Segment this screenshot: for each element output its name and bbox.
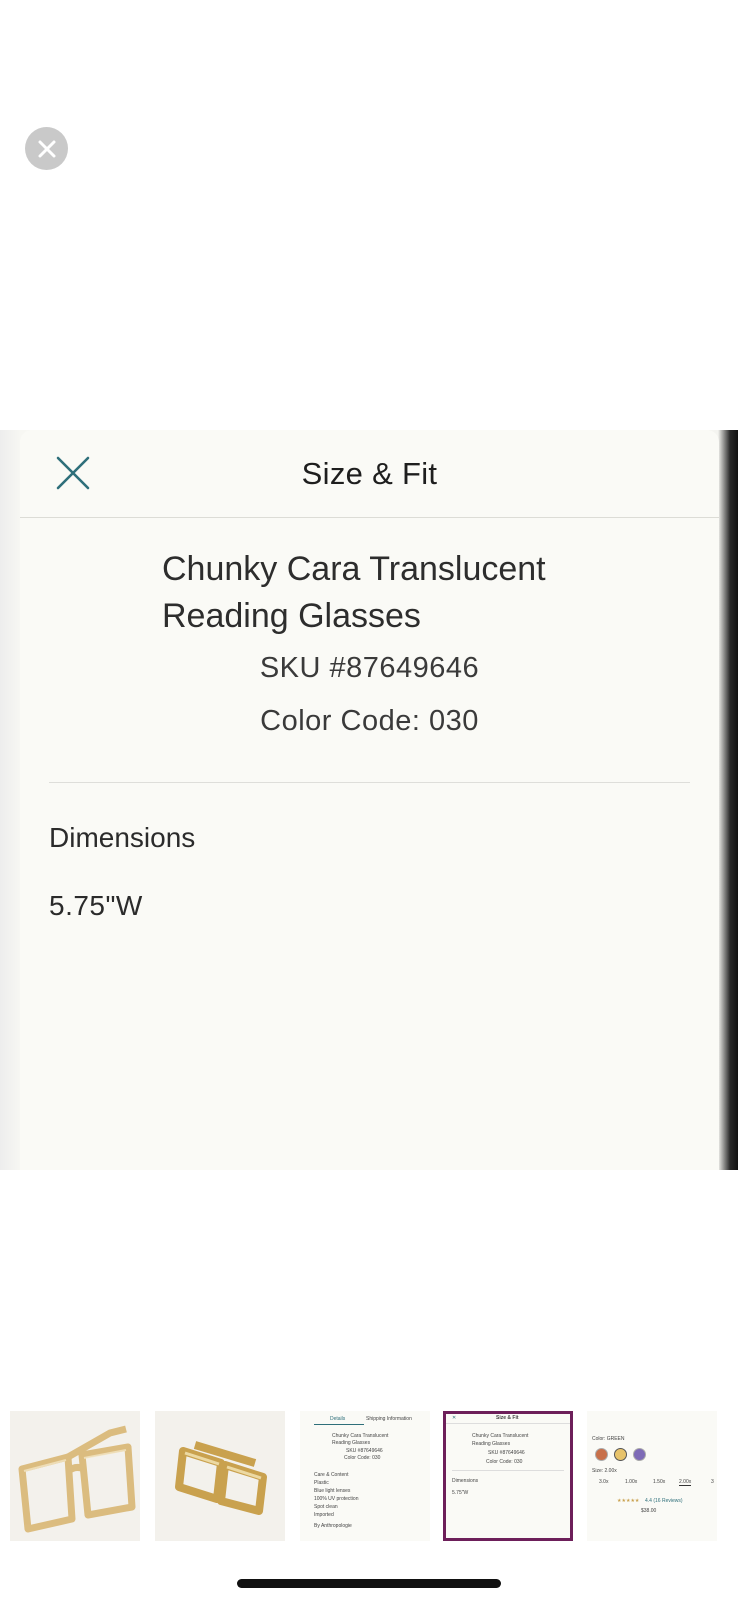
mini-color-code: Color Code: 030 bbox=[344, 1455, 381, 1461]
close-icon bbox=[38, 140, 55, 157]
mini-care-heading: Care & Content bbox=[314, 1472, 349, 1478]
mini-dimensions-value: 5.75"W bbox=[452, 1490, 469, 1496]
mini-size-option: 1.00x bbox=[625, 1479, 638, 1485]
mini-size-label: Size: 2.00x bbox=[592, 1468, 617, 1474]
size-fit-sheet: Size & Fit Chunky Cara Translucent Readi… bbox=[20, 430, 719, 1170]
mini-care-item: Blue light lenses bbox=[314, 1488, 351, 1494]
mini-care-item: Spot clean bbox=[314, 1504, 338, 1510]
mini-price: $38.00 bbox=[641, 1508, 657, 1514]
thumbnail-details[interactable]: Details Shipping Information Chunky Cara… bbox=[300, 1411, 430, 1541]
mini-care-item: Imported bbox=[314, 1512, 334, 1518]
mini-product-name-line2: Reading Glasses bbox=[332, 1440, 371, 1446]
mini-care-item: 100% UV protection bbox=[314, 1496, 359, 1502]
mini-rating-stars: ★★★★★ bbox=[617, 1498, 640, 1504]
thumbnail-size-fit-selected[interactable]: ✕ Size & Fit Chunky Cara Translucent Rea… bbox=[443, 1411, 573, 1541]
glasses-photo bbox=[10, 1411, 140, 1541]
dimensions-heading: Dimensions bbox=[49, 822, 196, 853]
sheet-title: Size & Fit bbox=[301, 455, 438, 491]
mini-swatch-purple bbox=[633, 1448, 646, 1461]
lightbox-close-button[interactable] bbox=[25, 127, 68, 170]
mini-size-option: 3.0x bbox=[599, 1479, 609, 1485]
mini-swatch-yellow bbox=[614, 1448, 627, 1461]
mini-product-name-line1: Chunky Cara Translucent bbox=[472, 1433, 529, 1439]
mini-product-name-line2: Reading Glasses bbox=[472, 1441, 511, 1447]
mini-dimensions-heading: Dimensions bbox=[452, 1478, 479, 1484]
product-name: Chunky Cara Translucent Reading Glasses bbox=[162, 550, 546, 635]
mini-swatch-orange bbox=[595, 1448, 608, 1461]
mini-tab-details: Details bbox=[330, 1416, 346, 1422]
mini-color-code: Color Code: 030 bbox=[486, 1459, 523, 1465]
product-color-code: Color Code: 030 bbox=[260, 705, 479, 737]
mini-tab-underline bbox=[314, 1424, 364, 1425]
mini-close-icon: ✕ bbox=[452, 1415, 457, 1421]
thumbnail-glasses-angle[interactable] bbox=[10, 1411, 140, 1541]
mini-rating-text: 4.4 (16 Reviews) bbox=[645, 1498, 683, 1504]
home-indicator bbox=[237, 1579, 501, 1588]
sheet-header: Size & Fit bbox=[20, 430, 719, 518]
mini-product-name-line1: Chunky Cara Translucent bbox=[332, 1433, 389, 1439]
mini-tab-shipping: Shipping Information bbox=[366, 1416, 412, 1422]
mini-care-item: Plastic bbox=[314, 1480, 329, 1486]
thumbnail-glasses-folded[interactable] bbox=[155, 1411, 285, 1541]
mini-sku: SKU #87649646 bbox=[346, 1448, 383, 1454]
mini-color-label: Color: GREEN bbox=[592, 1436, 625, 1442]
mini-brand: By Anthropologie bbox=[314, 1523, 352, 1529]
close-icon[interactable] bbox=[54, 454, 94, 494]
mini-divider bbox=[452, 1470, 564, 1471]
mini-size-option-selected: 2.00x bbox=[679, 1479, 692, 1486]
mini-sku: SKU #87649646 bbox=[488, 1450, 525, 1456]
thumbnail-strip: Details Shipping Information Chunky Cara… bbox=[0, 1411, 738, 1541]
mini-size-option: 1.50x bbox=[653, 1479, 666, 1485]
divider bbox=[49, 782, 690, 783]
glasses-photo bbox=[155, 1411, 285, 1541]
dimensions-value: 5.75"W bbox=[49, 890, 143, 921]
mini-header-divider bbox=[446, 1423, 570, 1424]
thumbnail-product-options[interactable]: Color: GREEN Size: 2.00x 3.0x 1.00x 1.50… bbox=[587, 1411, 717, 1541]
mini-size-option: 3 bbox=[711, 1479, 714, 1485]
mini-title: Size & Fit bbox=[496, 1415, 519, 1421]
product-sku: SKU #87649646 bbox=[259, 652, 480, 684]
